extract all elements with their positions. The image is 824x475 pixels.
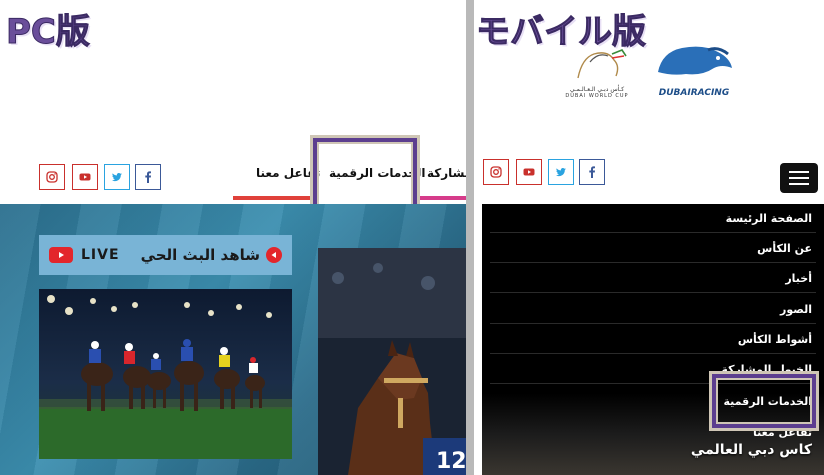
twitter-icon[interactable]	[104, 164, 130, 190]
dubai-world-cup-logo[interactable]: كـأس دبـي الـعـالـمـي DUBAI WORLD CUP	[564, 48, 630, 100]
facebook-icon[interactable]	[579, 159, 605, 185]
race-photo[interactable]	[39, 289, 292, 459]
horse-photo[interactable]: 12	[318, 248, 466, 475]
youtube-icon[interactable]	[72, 164, 98, 190]
watch-live-label: شاهد البث الحي	[140, 246, 260, 264]
nav-underline-pink	[420, 196, 466, 200]
play-icon	[266, 247, 282, 263]
mobile-hero-title: كاس دبي العالمي	[690, 442, 812, 458]
pc-panel: PC版 تفاعل معنا الخدمات الرقمية المشاركة	[0, 0, 466, 475]
world-cup-english-text: DUBAI WORLD CUP	[565, 93, 629, 99]
mobile-nav-menu: الصفحة الرئيسة عن الكأس أخبار الصور أشوا…	[482, 204, 824, 475]
mobile-logos: كـأس دبـي الـعـالـمـي DUBAI WORLD CUP DU…	[474, 40, 824, 100]
instagram-icon[interactable]	[483, 159, 509, 185]
mobile-header	[474, 155, 824, 199]
mobile-highlight-box	[712, 374, 816, 428]
world-cup-arabic-text: كـأس دبـي الـعـالـمـي	[569, 86, 625, 93]
dubai-racing-text: DUBAIRACING	[658, 88, 730, 98]
facebook-icon[interactable]	[135, 164, 161, 190]
pc-title: PC版	[6, 12, 91, 53]
pc-highlight-box	[313, 138, 417, 212]
twitter-icon[interactable]	[548, 159, 574, 185]
nav-participation[interactable]: المشاركة	[427, 166, 466, 180]
live-stream-bar[interactable]: LIVE شاهد البث الحي	[39, 235, 292, 275]
watch-live: شاهد البث الحي	[141, 246, 282, 264]
live-label: LIVE	[81, 247, 120, 263]
panel-divider	[466, 0, 474, 475]
youtube-play-icon	[49, 247, 73, 263]
menu-item-home[interactable]: الصفحة الرئيسة	[490, 204, 816, 233]
nav-interact-with-us[interactable]: تفاعل معنا	[256, 166, 320, 180]
live-badge: LIVE	[49, 247, 120, 263]
youtube-icon[interactable]	[516, 159, 542, 185]
dubai-racing-logo[interactable]: DUBAIRACING	[652, 42, 736, 100]
hamburger-menu-icon[interactable]	[780, 163, 818, 193]
menu-item-about-cup[interactable]: عن الكأس	[490, 234, 816, 263]
mobile-panel: モバイル版 كـأس دبـي الـعـالـمـي DUBAI WORLD …	[474, 0, 824, 475]
menu-item-news[interactable]: أخبار	[490, 264, 816, 293]
menu-item-photos[interactable]: الصور	[490, 295, 816, 324]
svg-text:12: 12	[436, 449, 466, 474]
pc-hero: LIVE شاهد البث الحي 12	[0, 204, 466, 475]
instagram-icon[interactable]	[39, 164, 65, 190]
menu-item-cup-races[interactable]: أشواط الكأس	[490, 325, 816, 354]
nav-active-underline	[233, 196, 315, 200]
